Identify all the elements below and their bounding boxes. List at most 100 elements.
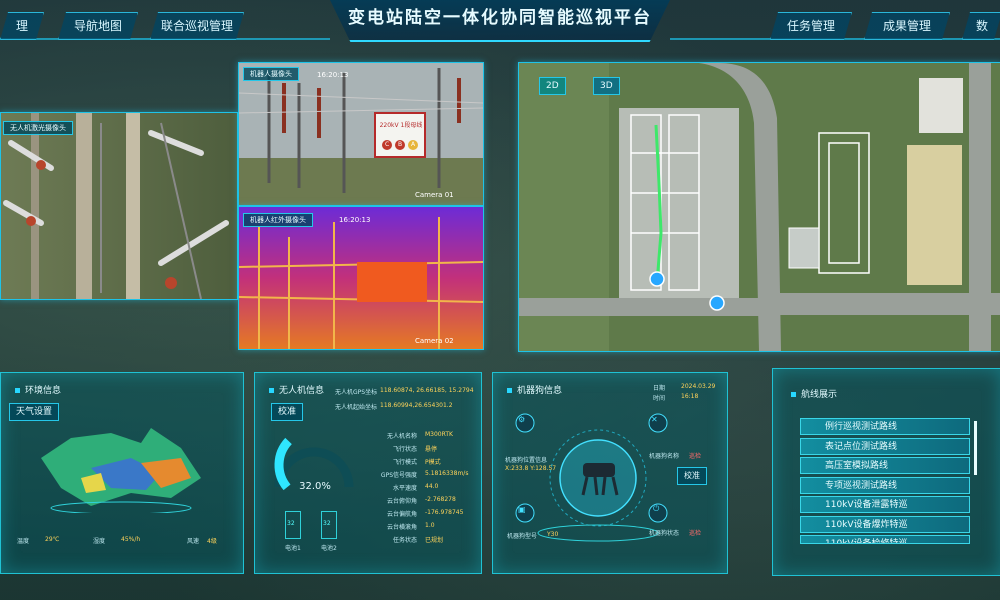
substation-map[interactable]: 2D 3D xyxy=(518,62,1000,352)
drone-stat-row: GPS信号强度 5.1816338m/s xyxy=(367,470,477,483)
robot-pos-label: 机器狗位置信息 xyxy=(505,457,548,464)
route-item[interactable]: 表记点位测试路线 xyxy=(800,437,970,455)
ir-video-cam: Camera 02 xyxy=(415,337,454,345)
drone-stat-value: 1.0 xyxy=(425,522,435,529)
regional-map xyxy=(41,428,201,513)
wind-value: 4级 xyxy=(207,538,217,545)
page-title-bar: 变电站陆空一体化协同智能巡视平台 xyxy=(330,0,670,42)
robot-video-cam: Camera 01 xyxy=(415,191,454,199)
nav-item-tasks[interactable]: 任务管理 xyxy=(770,12,852,40)
ir-video-label: 机器人红外摄像头 xyxy=(243,213,313,227)
nav-item-left-0[interactable]: 理 xyxy=(0,12,44,40)
nav-item-results[interactable]: 成果管理 xyxy=(864,12,950,40)
drone-stat-value: 44.0 xyxy=(425,483,439,490)
lock-icon: ▣ xyxy=(518,505,526,514)
battery-2-value: 32 xyxy=(323,520,331,527)
drone-stat-label: 任务状态 xyxy=(392,537,417,544)
drone-calibrate-button[interactable]: 校准 xyxy=(271,403,304,421)
robot-title: 机器狗信息 xyxy=(507,383,562,396)
drone-title: 无人机信息 xyxy=(269,383,324,396)
drone-stat-label: 水平速度 xyxy=(392,485,417,492)
robot-video-time: 16:20:13 xyxy=(317,71,349,79)
map-3d-label: 3D xyxy=(600,81,613,91)
routes-scrollbar[interactable] xyxy=(974,421,977,475)
robot-date-value: 2024.03.29 xyxy=(681,383,716,390)
robot-video-scene xyxy=(239,63,483,205)
robot-sign-letter-c: C xyxy=(385,141,390,148)
robot-date-label: 日期 xyxy=(653,385,666,392)
env-title: 环境信息 xyxy=(15,383,61,396)
nav-item-map[interactable]: 导航地图 xyxy=(58,12,138,40)
drone-stat-value: M300RTK xyxy=(425,431,453,438)
robot-name-label: 机器狗名称 xyxy=(649,453,680,460)
route-item[interactable]: 110kV设备泄露特巡 xyxy=(800,496,970,513)
wind-label: 风速 xyxy=(187,538,200,545)
nav-item-joint-patrol[interactable]: 联合巡视管理 xyxy=(150,12,244,40)
drone-stat-row: 云台横滚角 1.0 xyxy=(367,522,477,535)
drone-coord-value-2: 118.60994,26.654301.2 xyxy=(380,402,453,409)
robot-type-value: Y30 xyxy=(547,531,559,538)
tool-icon: ✕ xyxy=(651,415,658,424)
drone-stat-label: 飞行模式 xyxy=(392,459,417,466)
robot-calibrate-button[interactable]: 校准 xyxy=(677,467,707,485)
drone-coord-label-2: 无人机起始坐标 xyxy=(335,404,378,411)
drone-stat-row: 无人机名称 M300RTK xyxy=(367,431,477,444)
drone-video-scene xyxy=(1,113,237,299)
map-canvas xyxy=(519,63,1000,351)
drone-calibrate-label: 校准 xyxy=(278,407,297,417)
robot-video[interactable]: 220kV 1段母线 C B A 机器人摄像头 16:20:13 Camera … xyxy=(238,62,484,206)
robot-type-label: 机器狗型号 xyxy=(507,533,538,540)
robot-sign-letter-a: A xyxy=(411,141,416,148)
drone-stat-row: 云台俯仰角 -2.768278 xyxy=(367,496,477,509)
page-title: 变电站陆空一体化协同智能巡视平台 xyxy=(348,8,652,28)
drone-stat-label: 云台横滚角 xyxy=(386,524,417,531)
drone-coord-label-1: 无人机GPS坐标 xyxy=(335,389,378,396)
map-2d-button[interactable]: 2D xyxy=(539,77,566,95)
temp-label: 温度 xyxy=(17,538,30,545)
drone-coord-value-1: 118.60874, 26.66185, 15.2794 xyxy=(380,387,474,394)
robot-calibrate-label: 校准 xyxy=(684,471,700,480)
gauge-value: 32.0% xyxy=(299,481,331,492)
robot-pos-value: X:233.8 Y:128.57 xyxy=(505,465,557,472)
drone-stat-row: 水平速度 44.0 xyxy=(367,483,477,496)
drone-stat-row: 云台偏航角 -176.978745 xyxy=(367,509,477,522)
drone-stat-row: 任务状态 已规划 xyxy=(367,535,477,548)
drone-video[interactable]: 无人机激光摄像头 xyxy=(0,112,238,300)
battery-2-label: 电池2 xyxy=(321,545,337,552)
drone-stat-label: 无人机名称 xyxy=(386,433,417,440)
drone-stat-value: -176.978745 xyxy=(425,509,464,516)
header: 变电站陆空一体化协同智能巡视平台 理 导航地图 联合巡视管理 任务管理 成果管理… xyxy=(0,0,1000,48)
robot-dog-panel: 机器狗信息 日期 2024.03.29 时间 16:18 ⚙ ✕ ▣ ⏻ 机器狗… xyxy=(492,372,728,574)
drone-stat-label: 云台俯仰角 xyxy=(386,498,417,505)
route-item[interactable]: 110kV设备检修特巡 xyxy=(800,535,970,544)
route-item[interactable]: 110kV设备爆炸特巡 xyxy=(800,515,970,533)
drone-stat-value: 悬停 xyxy=(425,446,438,453)
temp-value: 29℃ xyxy=(45,536,60,543)
battery-1-label: 电池1 xyxy=(285,545,301,552)
ir-video-time: 16:20:13 xyxy=(339,216,371,224)
humid-value: 45%/h xyxy=(121,536,141,543)
power-icon: ⏻ xyxy=(653,504,660,513)
ir-video-scene xyxy=(239,207,483,349)
routes-title: 航线展示 xyxy=(791,387,837,400)
robot-time-label: 时间 xyxy=(653,395,666,402)
robot-sign-text: 220kV 1段母线 xyxy=(379,122,423,129)
route-item[interactable]: 专项巡视测试路线 xyxy=(800,476,970,494)
robot-name-value: 巡检 xyxy=(689,453,702,460)
robot-video-label: 机器人摄像头 xyxy=(243,67,299,81)
drone-stat-label: 云台偏航角 xyxy=(386,511,417,518)
robot-sign-letter-b: B xyxy=(398,141,403,148)
drone-stat-value: 5.1816338m/s xyxy=(425,470,469,477)
drone-stats-list: 无人机名称 M300RTK 飞行状态 悬停 飞行模式 P模式 GPS信号强度 5.181633… xyxy=(367,431,477,548)
route-item[interactable]: 高压室模拟路线 xyxy=(800,457,970,474)
map-3d-button[interactable]: 3D xyxy=(593,77,620,95)
route-item[interactable]: 例行巡视测试路线 xyxy=(800,418,970,435)
ir-video[interactable]: 机器人红外摄像头 16:20:13 Camera 02 xyxy=(238,206,484,350)
drone-stat-value: 已规划 xyxy=(425,537,444,544)
nav-item-right-2[interactable]: 数 xyxy=(962,12,1000,40)
humid-label: 湿度 xyxy=(93,538,106,545)
gear-icon: ⚙ xyxy=(518,415,526,424)
drone-stat-value: P模式 xyxy=(425,459,441,466)
robot-status-label: 机器狗状态 xyxy=(649,530,680,537)
env-panel: 环境信息 天气设置 温度 29℃ 湿度 45%/h 风速 4级 xyxy=(0,372,244,574)
